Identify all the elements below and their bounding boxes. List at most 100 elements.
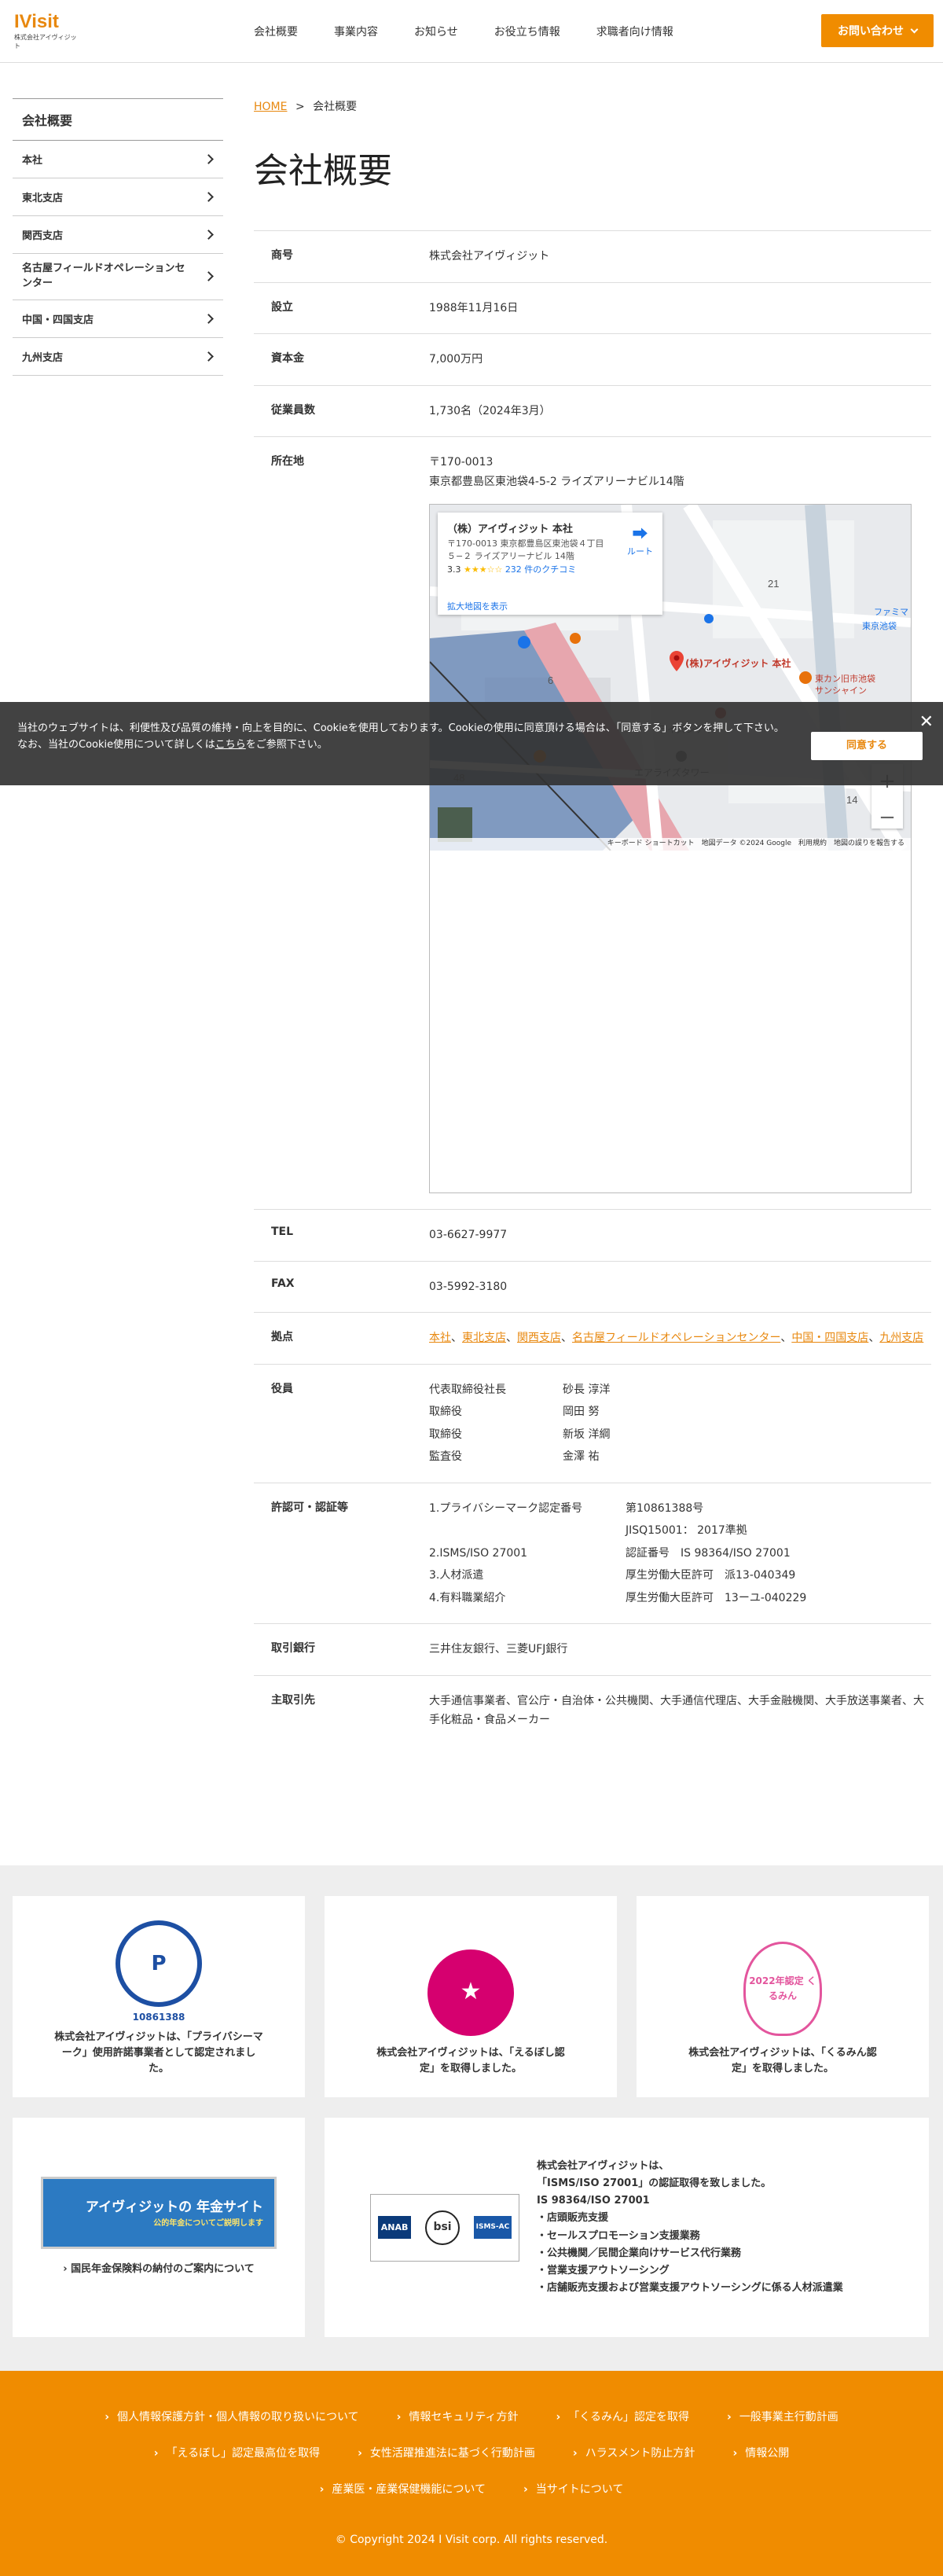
sidebar-item-kyushu[interactable]: 九州支店 [13,338,223,376]
global-nav: 会社概要 事業内容 お知らせ お役立ち情報 求職者向け情報 [236,0,692,63]
isms-item: ・店頭販売支援 [537,2212,609,2225]
map-attribution: キーボード ショートカット 地図データ ©2024 Google 利用規約 地図… [430,838,911,851]
officer-title: 取締役 [429,1406,462,1418]
isms-number: IS 98364/ISO 27001 [537,2195,650,2207]
sidebar-item-nagoya[interactable]: 名古屋フィールドオペレーションセンター [13,254,223,300]
main-content: HOME > 会社概要 会社概要 商号 株式会社アイヴィジット 設立 1988年… [254,98,931,1746]
info-value: 大手通信事業者、官公庁・自治体・公共機関、大手通信代理店、大手金融機関、大手放送… [429,1694,924,1727]
isms-title-2: 「ISMS/ISO 27001」の認証取得を致しました。 [537,2177,772,2190]
zoom-out-button[interactable]: − [879,800,896,836]
info-label: 拠点 [271,1331,293,1343]
officer-title: 取締役 [429,1428,462,1441]
svg-text:14: 14 [846,794,857,806]
sidebar-item-label: 名古屋フィールドオペレーションセンター [22,263,185,289]
nav-company[interactable]: 会社概要 [236,24,316,39]
nenkin-card[interactable]: アイヴィジットの 年金サイト 公的年金についてご説明します › 国民年金保険料の… [13,2118,305,2337]
office-link-nagoya[interactable]: 名古屋フィールドオペレーションセンター [572,1332,780,1344]
officer-list: 代表取締役社長 砂長 淳洋 取締役 岡田 努 取締役 新坂 洋綱 監査役 金澤 祐 [429,1380,931,1467]
nenkin-banner-title: アイヴィジットの 年金サイト [85,2199,263,2215]
info-value: 1988年11月16日 [429,301,519,314]
info-label: 資本金 [271,352,304,365]
office-link-kansai[interactable]: 関西支店 [517,1332,561,1344]
sidebar-item-label: 関西支店 [22,230,64,242]
license-name: 3.人材派遣 [429,1569,484,1582]
footer-link[interactable]: 「えるぼし」認定最高位を取得 [135,2445,339,2460]
info-value: 03-5992-3180 [429,1280,508,1293]
office-link-kyushu[interactable]: 九州支店 [879,1332,923,1344]
nav-recruit[interactable]: 求職者向け情報 [578,24,692,39]
nenkin-link[interactable]: › 国民年金保険料の納付のご案内について [63,2262,255,2277]
footer-link[interactable]: 「くるみん」認定を取得 [538,2409,709,2424]
isms-text: 株式会社アイヴィジットは、 「ISMS/ISO 27001」の認証取得を致しまし… [537,2158,843,2297]
eruboshi-text: 株式会社アイヴィジットは、「えるぼし認定」を取得しました。 [376,2046,565,2074]
cookie-banner: 当社のウェブサイトは、利便性及び品質の維持・向上を目的に、Cookieを使用して… [0,702,943,785]
footer-link[interactable]: 個人情報保護方針・個人情報の取り扱いについて [86,2409,377,2424]
footer-link[interactable]: 女性活躍推進法に基づく行動計画 [339,2445,554,2460]
sidebar-item-tohoku[interactable]: 東北支店 [13,178,223,216]
kurumin-icon: 2022年認定 くるみん [743,1941,822,2036]
svg-text:21: 21 [768,578,779,590]
chevron-right-icon: › [63,2263,68,2276]
info-value: 03-6627-9977 [429,1229,508,1241]
pmark-glyph: P [151,1951,167,1975]
office-link-tohoku[interactable]: 東北支店 [462,1332,506,1344]
map-reviews-link[interactable]: 232 件のクチコミ [505,564,577,575]
isms-title: 株式会社アイヴィジットは、 [537,2160,670,2173]
footer-link[interactable]: 当サイトについて [505,2481,642,2497]
isms-card[interactable]: ANAB bsi ISMS-AC 株式会社アイヴィジットは、 「ISMS/ISO… [325,2118,929,2337]
footer-link[interactable]: 産業医・産業保健機能について [301,2481,505,2497]
info-row-officers: 役員 代表取締役社長 砂長 淳洋 取締役 岡田 努 取締役 新坂 洋綱 監査役 金澤 祐 [254,1365,931,1483]
cookie-message-2: なお、当社のCookie使用について詳しくはこちらをご参照下さい。 [17,737,802,754]
map-enlarge-link[interactable]: 拡大地図を表示 [447,601,508,614]
info-row-employees: 従業員数 1,730名（2024年3月） [254,386,931,437]
officer-name: 砂長 淳洋 [563,1383,611,1396]
info-value: 三井住友銀行、三菱UFJ銀行 [429,1643,568,1655]
isms-item: ・店舗販売支援および営業支援アウトソーシングに係る人材派遣業 [537,2281,843,2294]
footer-link[interactable]: ハラスメント防止方針 [554,2445,714,2460]
info-label: TEL [271,1226,294,1238]
office-link-head[interactable]: 本社 [429,1332,451,1344]
info-value: 株式会社アイヴィジット [429,250,550,263]
sidebar-item-head-office[interactable]: 本社 [13,141,223,178]
pmark-number: 10861388 [132,2011,185,2023]
nav-useful-info[interactable]: お役立ち情報 [476,24,578,39]
sidebar-item-chugoku-shikoku[interactable]: 中国・四国支店 [13,300,223,338]
contact-button[interactable]: お問い合わせ [821,14,934,47]
footer-links-row-3: 産業医・産業保健機能について 当サイトについて [0,2481,943,2497]
close-icon[interactable]: ✕ [919,708,934,736]
info-value: 1,730名（2024年3月） [429,404,551,417]
kurumin-seal-text: 2022年認定 くるみん [749,1975,816,2001]
postal-code: 〒170-0013 [429,456,494,469]
google-map[interactable]: 21 6 14 48 ライズシティ エアライズタワー ファミマ 東京池袋 東カン… [429,504,912,1193]
license-list: 1.プライバシーマーク認定番号 第10861388号 JISQ15001： 201… [429,1499,931,1608]
nav-business[interactable]: 事業内容 [316,24,396,39]
site-logo[interactable]: IVisit 株式会社アイヴィジット [14,8,77,55]
info-row-capital: 資本金 7,000万円 [254,334,931,386]
map-route-button[interactable]: ⮕ ルート [627,522,653,559]
nenkin-banner-sub: 公的年金についてご説明します [153,2218,263,2228]
cookie-agree-button[interactable]: 同意する [811,732,923,760]
company-info-table: 商号 株式会社アイヴィジット 設立 1988年11月16日 資本金 7,000万… [254,230,931,1746]
info-label: 所在地 [271,455,304,468]
eruboshi-card[interactable]: ★ 株式会社アイヴィジットは、「えるぼし認定」を取得しました。 [325,1896,617,2097]
map-canvas[interactable]: 21 6 14 48 ライズシティ エアライズタワー ファミマ 東京池袋 東カン… [430,505,911,851]
license-name: 4.有料職業紹介 [429,1591,506,1604]
breadcrumb-separator: > [295,101,305,113]
info-label: 商号 [271,249,293,262]
kurumin-card[interactable]: 2022年認定 くるみん 株式会社アイヴィジットは、「くるみん認定」を取得しまし… [637,1896,929,2097]
officer-name: 新坂 洋綱 [563,1428,611,1441]
sidebar-item-kansai[interactable]: 関西支店 [13,216,223,254]
info-label: 従業員数 [271,403,315,417]
footer-link[interactable]: 一般事業主行動計画 [708,2409,857,2424]
cookie-text: なお、当社のCookie使用について詳しくは [17,738,215,751]
license-number: JISQ15001： 2017準拠 [626,1524,747,1537]
footer-link[interactable]: 情報公開 [714,2445,808,2460]
office-link-chugoku[interactable]: 中国・四国支店 [791,1332,868,1344]
officer-title: 代表取締役社長 [429,1383,506,1396]
nav-news[interactable]: お知らせ [396,24,476,39]
footer-links-row-2: 「えるぼし」認定最高位を取得 女性活躍推進法に基づく行動計画 ハラスメント防止方… [0,2445,943,2460]
cookie-policy-link[interactable]: こちら [215,739,246,751]
footer-link[interactable]: 情報セキュリティ方針 [378,2409,538,2424]
pmark-card[interactable]: P 10861388 株式会社アイヴィジットは、「プライバシーマーク」使用許諾事… [13,1896,305,2097]
breadcrumb-home-link[interactable]: HOME [254,101,287,113]
